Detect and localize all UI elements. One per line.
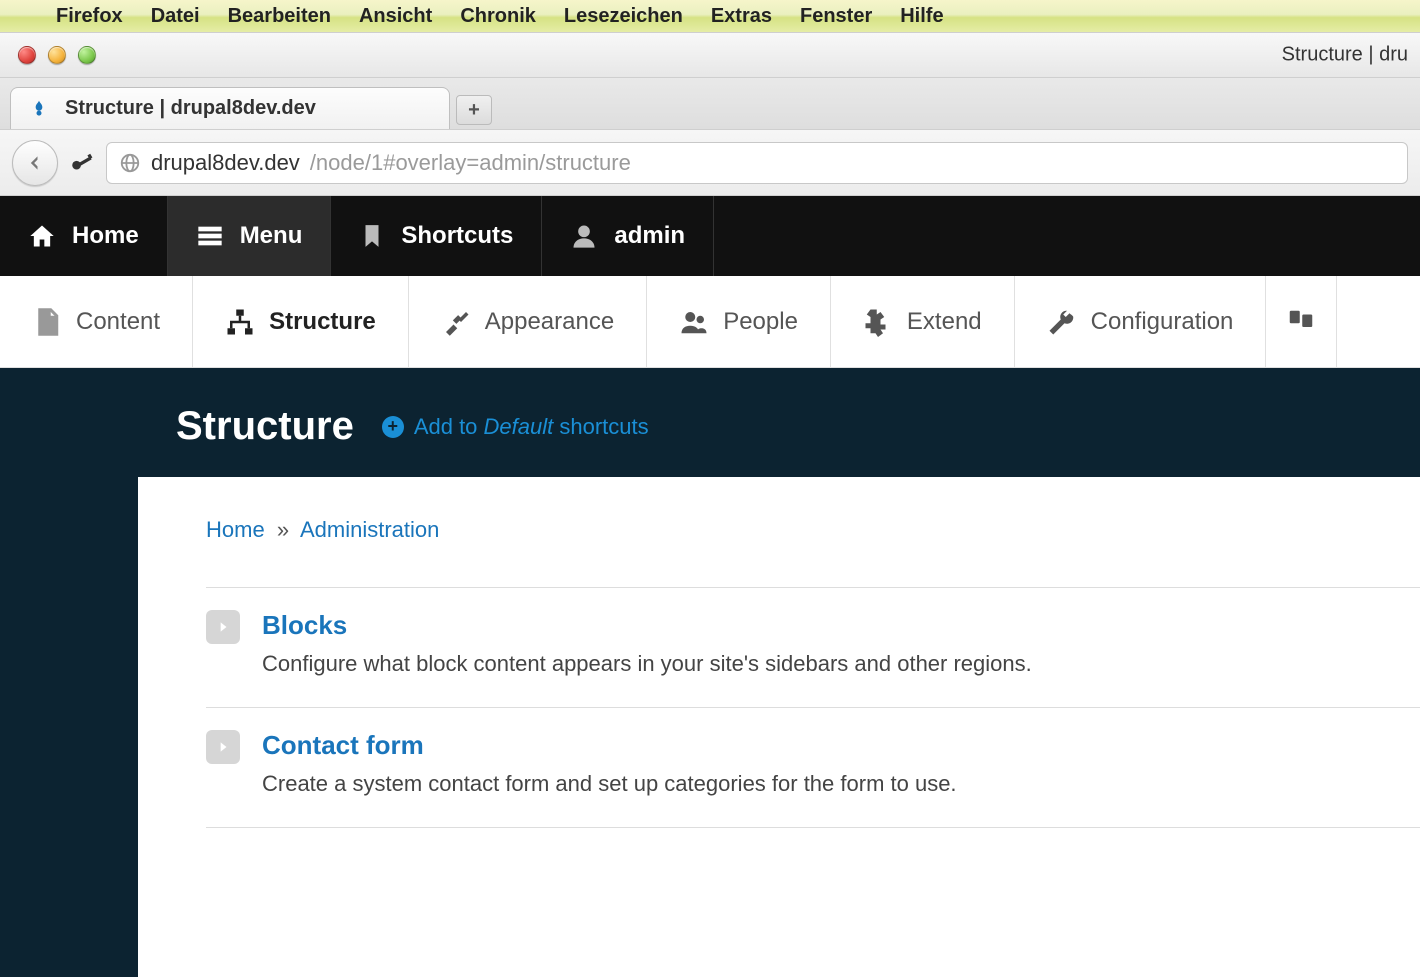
admin-tab-appearance-label: Appearance <box>485 308 614 336</box>
drupal-toolbar: Home Menu Shortcuts admin <box>0 196 1420 276</box>
admin-tab-people[interactable]: People <box>647 276 831 367</box>
add-shortcut-link[interactable]: + Add to Default shortcuts <box>382 414 649 440</box>
menubar-item-ansicht[interactable]: Ansicht <box>359 5 432 28</box>
structure-icon <box>225 307 255 337</box>
admin-item-title[interactable]: Blocks <box>262 610 1032 641</box>
chevron-right-icon <box>206 610 240 644</box>
admin-tab-extend-label: Extend <box>907 308 982 336</box>
menubar-item-datei[interactable]: Datei <box>151 5 200 28</box>
toolbar-shortcuts[interactable]: Shortcuts <box>331 196 542 276</box>
breadcrumb-home[interactable]: Home <box>206 517 265 542</box>
tab-strip: Structure | drupal8dev.dev + <box>0 78 1420 130</box>
admin-tab-people-label: People <box>723 308 798 336</box>
url-bar: drupal8dev.dev/node/1#overlay=admin/stru… <box>0 130 1420 196</box>
admin-item-contact-form[interactable]: Contact form Create a system contact for… <box>206 708 1420 828</box>
user-icon <box>570 222 598 250</box>
admin-tab-extend[interactable]: Extend <box>831 276 1015 367</box>
menubar-item-fenster[interactable]: Fenster <box>800 5 872 28</box>
breadcrumb-admin[interactable]: Administration <box>300 517 439 542</box>
left-gutter <box>0 477 138 977</box>
admin-tab-configuration[interactable]: Configuration <box>1015 276 1267 367</box>
url-input[interactable]: drupal8dev.dev/node/1#overlay=admin/stru… <box>106 142 1408 184</box>
menubar-item-hilfe[interactable]: Hilfe <box>900 5 943 28</box>
admin-tab-structure[interactable]: Structure <box>193 276 409 367</box>
menu-icon <box>196 222 224 250</box>
close-button[interactable] <box>18 46 36 64</box>
zoom-button[interactable] <box>78 46 96 64</box>
admin-item-desc: Create a system contact form and set up … <box>262 771 957 797</box>
people-icon <box>679 307 709 337</box>
admin-item-desc: Configure what block content appears in … <box>262 651 1032 677</box>
extend-icon <box>863 307 893 337</box>
toolbar-user[interactable]: admin <box>542 196 714 276</box>
admin-tab-configuration-label: Configuration <box>1091 308 1234 336</box>
admin-tab-appearance[interactable]: Appearance <box>409 276 647 367</box>
reports-icon <box>1286 307 1316 337</box>
admin-item-blocks[interactable]: Blocks Configure what block content appe… <box>206 588 1420 708</box>
menubar-app[interactable]: Firefox <box>56 5 123 28</box>
admin-tab-content-label: Content <box>76 308 160 336</box>
toolbar-menu[interactable]: Menu <box>168 196 332 276</box>
back-button[interactable] <box>12 140 58 186</box>
breadcrumb-sep: » <box>277 517 289 542</box>
tab-title: Structure | drupal8dev.dev <box>65 97 316 120</box>
admin-list: Blocks Configure what block content appe… <box>206 587 1420 828</box>
menubar-item-lesezeichen[interactable]: Lesezeichen <box>564 5 683 28</box>
content-icon <box>32 307 62 337</box>
window-titlebar: Structure | dru <box>0 32 1420 78</box>
key-icon[interactable] <box>68 149 96 177</box>
admin-item-title[interactable]: Contact form <box>262 730 957 761</box>
page-title: Structure <box>176 404 354 449</box>
shortcut-default: Default <box>484 414 554 439</box>
traffic-lights <box>18 46 96 64</box>
toolbar-shortcuts-label: Shortcuts <box>401 222 513 250</box>
page-header: Structure + Add to Default shortcuts <box>0 368 1420 477</box>
configuration-icon <box>1047 307 1077 337</box>
menubar-item-extras[interactable]: Extras <box>711 5 772 28</box>
content-wrap: Home » Administration Blocks Configure w… <box>0 477 1420 977</box>
url-domain: drupal8dev.dev <box>151 150 300 176</box>
toolbar-user-label: admin <box>614 222 685 250</box>
mac-menubar: Firefox Datei Bearbeiten Ansicht Chronik… <box>0 0 1420 32</box>
shortcut-suffix: shortcuts <box>553 414 648 439</box>
toolbar-menu-label: Menu <box>240 222 303 250</box>
bookmark-icon <box>359 223 385 249</box>
appearance-icon <box>441 307 471 337</box>
minimize-button[interactable] <box>48 46 66 64</box>
content: Home » Administration Blocks Configure w… <box>138 477 1420 977</box>
menubar-item-chronik[interactable]: Chronik <box>460 5 536 28</box>
admin-tabs: Content Structure Appearance People Exte… <box>0 276 1420 368</box>
url-path: /node/1#overlay=admin/structure <box>310 150 631 176</box>
home-icon <box>28 222 56 250</box>
plus-circle-icon: + <box>382 416 404 438</box>
window-title: Structure | dru <box>1282 44 1408 67</box>
shortcut-prefix: Add to <box>414 414 484 439</box>
admin-tab-content[interactable]: Content <box>0 276 193 367</box>
drupal-favicon <box>29 99 49 119</box>
breadcrumb: Home » Administration <box>206 517 1420 543</box>
toolbar-home[interactable]: Home <box>0 196 168 276</box>
admin-tab-structure-label: Structure <box>269 308 376 336</box>
globe-icon <box>119 152 141 174</box>
tab-structure[interactable]: Structure | drupal8dev.dev <box>10 87 450 129</box>
new-tab-button[interactable]: + <box>456 95 492 125</box>
admin-tab-reports[interactable] <box>1266 276 1337 367</box>
menubar-item-bearbeiten[interactable]: Bearbeiten <box>228 5 331 28</box>
chevron-right-icon <box>206 730 240 764</box>
toolbar-home-label: Home <box>72 222 139 250</box>
